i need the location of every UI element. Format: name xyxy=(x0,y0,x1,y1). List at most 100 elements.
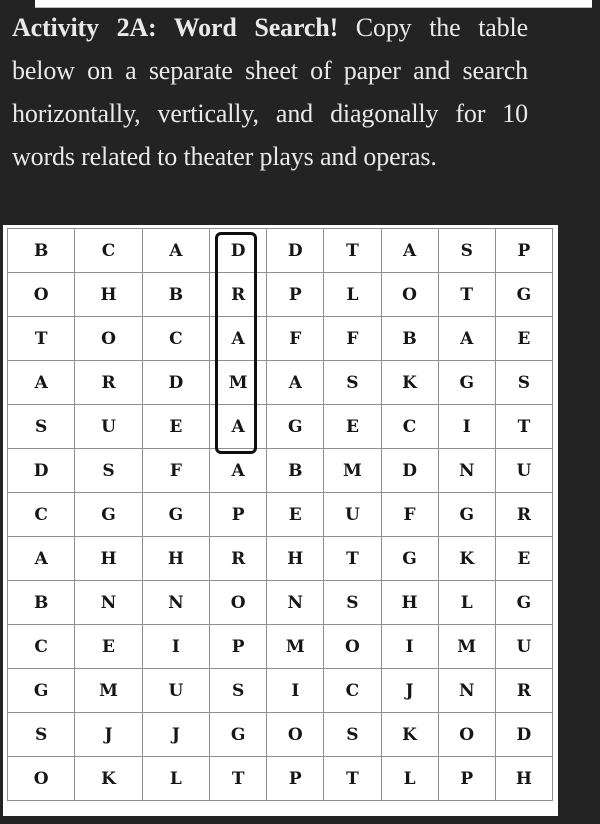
grid-cell: L xyxy=(437,580,496,625)
grid-cell: K xyxy=(74,756,143,801)
grid-cell: A xyxy=(266,360,325,405)
grid-cell: I xyxy=(437,404,496,449)
grid-cell: D xyxy=(141,360,211,405)
grid-cell: E xyxy=(74,624,143,669)
grid-cell: O xyxy=(6,272,76,317)
grid-cell: L xyxy=(380,756,439,801)
grid-cell: C xyxy=(6,624,76,669)
grid-cell: E xyxy=(494,316,554,361)
grid-cell: M xyxy=(437,624,496,669)
grid-row: SJJGOSKOD xyxy=(6,712,554,757)
grid-cell: G xyxy=(209,712,268,757)
grid-cell: N xyxy=(266,580,325,625)
grid-cell: G xyxy=(437,360,496,405)
grid-cell: T xyxy=(437,272,496,317)
grid-row: ARDMASKGS xyxy=(6,360,554,405)
grid-cell: A xyxy=(209,316,268,361)
grid-cell: D xyxy=(380,448,439,493)
grid-cell: O xyxy=(266,712,325,757)
grid-cell: H xyxy=(74,536,143,581)
activity-title: Activity 2A: Word Search! xyxy=(12,13,339,42)
grid-cell: F xyxy=(380,492,439,537)
grid-cell: E xyxy=(141,404,211,449)
grid-cell: S xyxy=(6,404,76,449)
word-search-sheet: BCADDTASPOHBRPLOTGTOCAFFBAEARDMASKGSSUEA… xyxy=(3,225,558,816)
grid-cell: F xyxy=(266,316,325,361)
grid-row: AHHRHTGKE xyxy=(6,536,554,581)
grid-cell: O xyxy=(209,580,268,625)
grid-cell: S xyxy=(323,580,382,625)
grid-cell: K xyxy=(380,360,439,405)
grid-cell: G xyxy=(141,492,211,537)
grid-cell: D xyxy=(209,228,268,273)
grid-cell: O xyxy=(74,316,143,361)
grid-cell: J xyxy=(141,712,211,757)
grid-cell: U xyxy=(494,448,554,493)
grid-cell: O xyxy=(323,624,382,669)
grid-cell: P xyxy=(494,228,554,273)
grid-row: CEIPMOIMU xyxy=(6,624,554,669)
grid-cell: B xyxy=(6,580,76,625)
grid-cell: I xyxy=(141,624,211,669)
grid-row: OHBRPLOTG xyxy=(6,272,554,317)
grid-cell: T xyxy=(323,756,382,801)
grid-cell: A xyxy=(209,404,268,449)
grid-cell: G xyxy=(494,580,554,625)
grid-cell: P xyxy=(209,492,268,537)
grid-cell: A xyxy=(209,448,268,493)
grid-row: DSFABMDNU xyxy=(6,448,554,493)
grid-row: CGGPEUFGR xyxy=(6,492,554,537)
grid-cell: O xyxy=(6,756,76,801)
grid-cell: R xyxy=(209,272,268,317)
grid-cell: L xyxy=(323,272,382,317)
grid-cell: K xyxy=(437,536,496,581)
grid-cell: F xyxy=(141,448,211,493)
grid-cell: D xyxy=(266,228,325,273)
grid-row: OKLTPTLPH xyxy=(6,756,554,801)
grid-cell: J xyxy=(380,668,439,713)
grid-row: GMUSICJNR xyxy=(6,668,554,713)
grid-cell: B xyxy=(141,272,211,317)
grid-cell: I xyxy=(380,624,439,669)
grid-cell: T xyxy=(209,756,268,801)
grid-cell: S xyxy=(6,712,76,757)
grid-cell: G xyxy=(380,536,439,581)
grid-cell: B xyxy=(6,228,76,273)
grid-cell: G xyxy=(437,492,496,537)
grid-cell: G xyxy=(74,492,143,537)
grid-cell: O xyxy=(437,712,496,757)
grid-cell: N xyxy=(74,580,143,625)
grid-cell: A xyxy=(141,228,211,273)
grid-cell: H xyxy=(380,580,439,625)
grid-cell: A xyxy=(6,360,76,405)
grid-cell: B xyxy=(380,316,439,361)
grid-cell: U xyxy=(74,404,143,449)
grid-cell: B xyxy=(266,448,325,493)
grid-cell: H xyxy=(74,272,143,317)
grid-row: TOCAFFBAE xyxy=(6,316,554,361)
grid-cell: S xyxy=(494,360,554,405)
word-search-grid: BCADDTASPOHBRPLOTGTOCAFFBAEARDMASKGSSUEA… xyxy=(6,228,554,801)
grid-row: BNNONSHLG xyxy=(6,580,554,625)
grid-cell: D xyxy=(494,712,554,757)
grid-cell: J xyxy=(74,712,143,757)
grid-cell: G xyxy=(494,272,554,317)
grid-cell: T xyxy=(494,404,554,449)
grid-row: SUEAGECIT xyxy=(6,404,554,449)
grid-cell: K xyxy=(380,712,439,757)
grid-cell: R xyxy=(209,536,268,581)
grid-cell: T xyxy=(6,316,76,361)
grid-cell: C xyxy=(6,492,76,537)
grid-cell: A xyxy=(6,536,76,581)
grid-cell: E xyxy=(266,492,325,537)
grid-cell: I xyxy=(266,668,325,713)
grid-cell: P xyxy=(209,624,268,669)
grid-cell: M xyxy=(74,668,143,713)
grid-cell: S xyxy=(437,228,496,273)
grid-cell: H xyxy=(266,536,325,581)
grid-cell: A xyxy=(437,316,496,361)
grid-cell: S xyxy=(74,448,143,493)
grid-cell: U xyxy=(323,492,382,537)
grid-cell: L xyxy=(141,756,211,801)
grid-cell: P xyxy=(266,756,325,801)
